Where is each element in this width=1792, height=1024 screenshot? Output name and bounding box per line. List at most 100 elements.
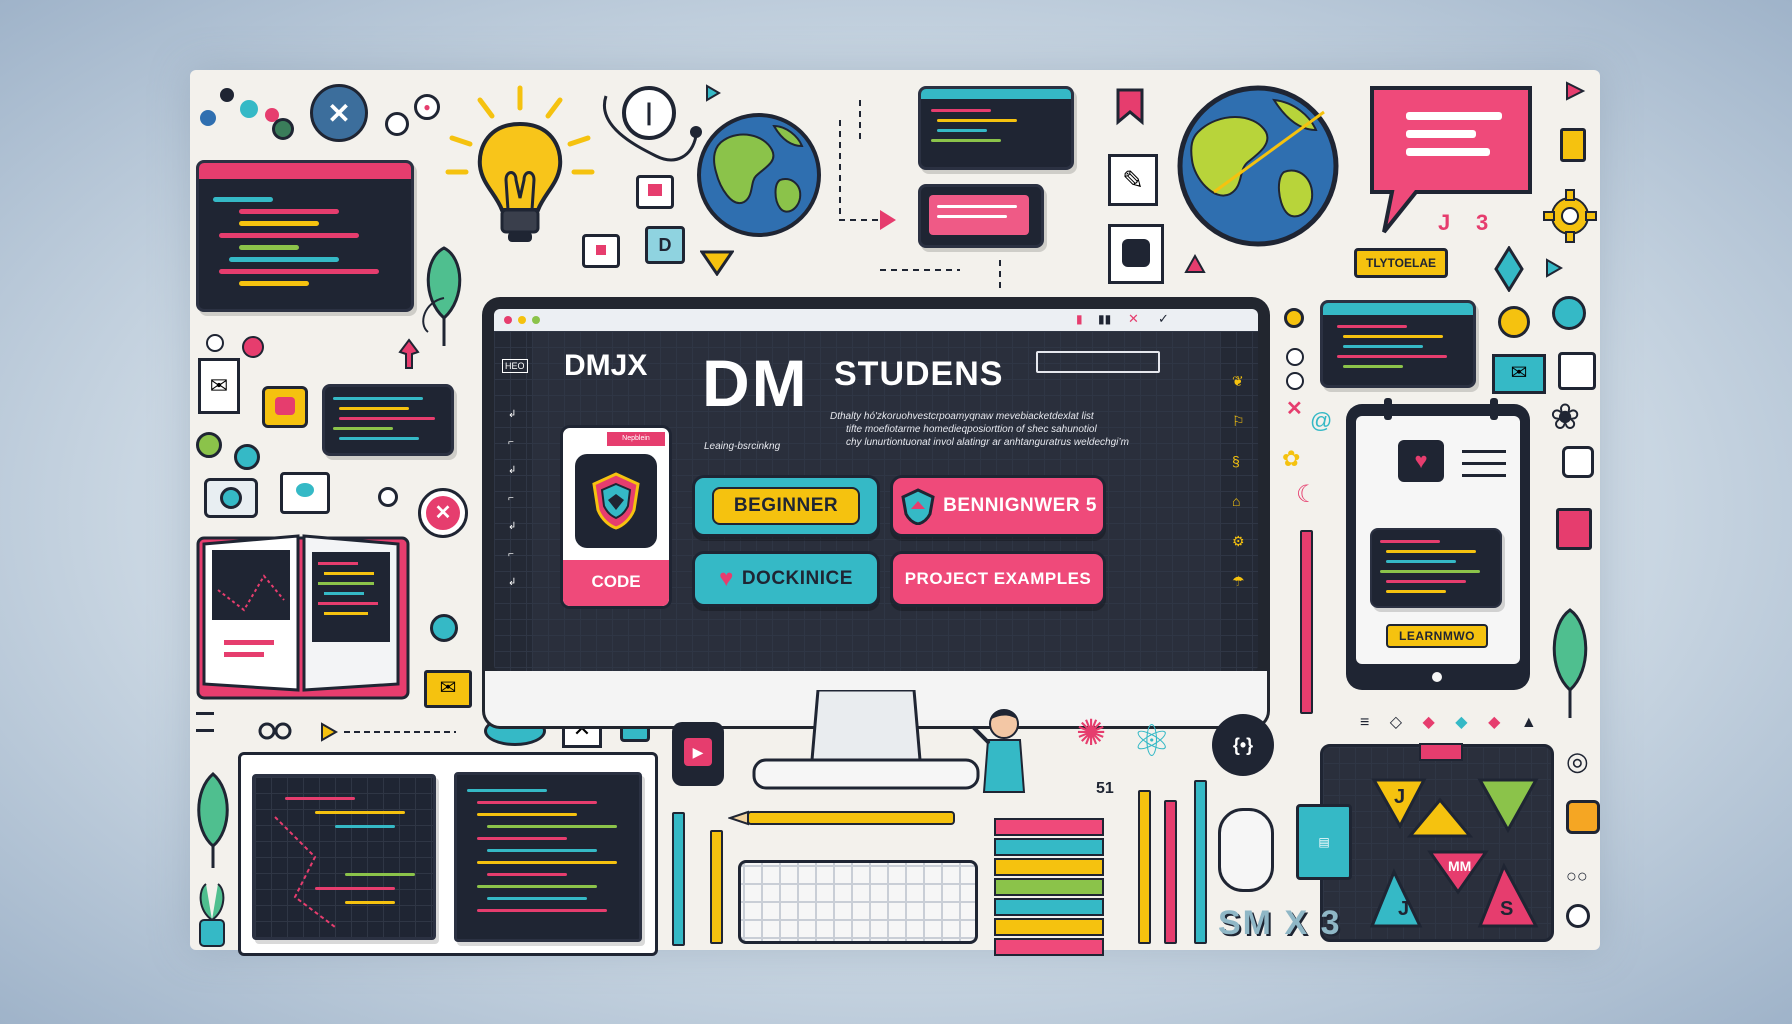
- code-window: [196, 160, 414, 312]
- pin-icon: [398, 338, 420, 369]
- page-heading: STUDENS: [834, 355, 1004, 393]
- side-panel: ▤: [1296, 804, 1352, 880]
- bubble-number: 3: [1476, 210, 1489, 235]
- beginner-button[interactable]: BEGINNER: [692, 475, 880, 537]
- window-small-icon: [1562, 446, 1594, 478]
- dockinice-button[interactable]: ♥ DOCKINICE: [692, 551, 880, 607]
- tile-letter-j: J: [1394, 786, 1406, 808]
- right-sidebar: ❦ ⚐ § ⌂ ⚙ ☂: [1220, 331, 1258, 671]
- triangle-icon: [1546, 258, 1563, 278]
- learn-button[interactable]: LEARNMWO: [1386, 624, 1488, 648]
- globe-icon: [1177, 85, 1339, 247]
- lock-box-icon: [1566, 800, 1600, 834]
- tablet: ♥ LEARNMWO: [1346, 404, 1530, 690]
- image-icon: [1558, 352, 1596, 390]
- dot-icon: [206, 334, 224, 352]
- video-play-button[interactable]: ▶: [672, 722, 724, 786]
- dot-icon: [1284, 308, 1304, 328]
- close-tab-icon[interactable]: ▮: [1076, 312, 1083, 326]
- code-badge-icon: {•}: [1212, 714, 1274, 776]
- envelope-icon: ✉: [1492, 354, 1546, 394]
- tile-letter-j: J: [1398, 898, 1410, 920]
- window-icon: [280, 472, 330, 514]
- pencil: [672, 812, 685, 946]
- tab-icon[interactable]: ▮▮: [1098, 312, 1111, 326]
- code-window: [252, 774, 436, 940]
- dot-icon: [378, 487, 398, 507]
- corner-letters: SM X 3: [1218, 904, 1342, 942]
- letter-d-icon: D: [645, 226, 685, 264]
- dot-icon: [200, 110, 216, 126]
- globe-small-icon: [1552, 296, 1586, 330]
- tile-letter-s: S: [1500, 898, 1514, 920]
- pencil: [1164, 800, 1177, 944]
- close-icon[interactable]: ✕: [1128, 311, 1139, 327]
- dot-icon: [385, 112, 409, 136]
- image-box-icon: [1108, 224, 1164, 284]
- description-line-3: chy lunurtiontuonat invol alatingr ar an…: [846, 437, 1129, 448]
- bookmark-icon: [1116, 88, 1144, 126]
- triangle-icon: [1184, 254, 1206, 273]
- dot-icon: [1498, 306, 1530, 338]
- close-icon: ✕: [418, 488, 468, 538]
- description-line-1: Dthalty hó'zkoruohvestcrpoamyqnaw mevebi…: [830, 411, 1094, 422]
- left-sidebar: HEO ↲ ⌐ ↲ ⌐ ↲ ⌐ ↲: [494, 331, 532, 671]
- brand-left: DMJX: [564, 349, 648, 382]
- course-card[interactable]: Nepblein CODE: [560, 425, 672, 609]
- heart-icon: ♥: [719, 565, 734, 592]
- bennignwer-button[interactable]: BENNIGNWER 5: [890, 475, 1106, 537]
- project-examples-button[interactable]: PROJECT EXAMPLES: [890, 551, 1106, 607]
- tile-letter-m: MM: [1448, 858, 1472, 874]
- code-window: [918, 86, 1074, 170]
- play-icon: [706, 84, 721, 102]
- code-window: [322, 384, 454, 456]
- atom-icon: ✺: [1076, 712, 1107, 753]
- yellow-sign: TLYTOELAE: [1354, 248, 1448, 278]
- monitor-screen: ▮ ▮▮ ✕ ✓ HEO ↲ ⌐ ↲ ⌐ ↲ ⌐ ↲ ❦ ⚐ § ⌂ ⚙ ☂ DMJX DM STUD…: [494, 309, 1258, 671]
- monitor: ▮ ▮▮ ✕ ✓ HEO ↲ ⌐ ↲ ⌐ ↲ ⌐ ↲ ❦ ⚐ § ⌂ ⚙ ☂ DMJX DM STUD…: [482, 297, 1270, 729]
- sidebar-label: HEO: [502, 359, 528, 373]
- dot-icon: [1286, 348, 1304, 366]
- plant-icon: [1552, 608, 1588, 718]
- diamond-icon: [1494, 246, 1524, 292]
- dot-icon: ●: [414, 94, 440, 120]
- browser-chrome: ▮ ▮▮ ✕ ✓: [494, 309, 1258, 331]
- code-window: [1320, 300, 1476, 388]
- plant-icon: [422, 246, 462, 346]
- cable-icon: [602, 95, 702, 162]
- bennignwer-label: BENNIGNWER 5: [943, 495, 1097, 516]
- icon-row: ≡ ◇ ◆ ◆ ◆ ▲: [1360, 714, 1545, 731]
- monitor-stand: [752, 690, 980, 790]
- camera-icon: [204, 478, 258, 518]
- dot-icon: [196, 432, 222, 458]
- big-logo: DM: [702, 346, 809, 420]
- speech-bubble: [1370, 86, 1532, 234]
- mouse[interactable]: [1218, 808, 1274, 892]
- student-character: [972, 709, 1026, 793]
- spiral-icon: @: [1310, 408, 1333, 433]
- swirl-icon: ☾: [1296, 481, 1318, 508]
- dot-icon: [272, 118, 294, 140]
- arrow-icon: [321, 722, 456, 742]
- dockinice-label: DOCKINICE: [741, 568, 853, 589]
- binder-ring: [1490, 398, 1498, 420]
- animal-icon: ✿: [1282, 446, 1301, 471]
- card-badge: Nepblein: [607, 432, 665, 446]
- dot-icon: [1566, 904, 1590, 928]
- code-window: [454, 772, 642, 942]
- card-caption: Leaing-bsrcinkng: [704, 441, 781, 452]
- shield-tile: [575, 454, 657, 548]
- check-icon[interactable]: ✓: [1158, 311, 1169, 327]
- gear-icon: [1543, 189, 1597, 243]
- bubble-letter: J: [1438, 210, 1451, 235]
- shield-small-icon: [901, 488, 935, 525]
- pencil: [1138, 790, 1151, 944]
- envelope-icon: ✉: [198, 358, 240, 414]
- keyboard[interactable]: [738, 860, 978, 944]
- shield-icon: [592, 472, 640, 530]
- dot-icon: [430, 614, 458, 642]
- close-mark: ✕: [1286, 398, 1303, 420]
- search-box[interactable]: [1036, 351, 1160, 373]
- butterfly-icon: [258, 722, 292, 740]
- pencil: [1300, 530, 1313, 714]
